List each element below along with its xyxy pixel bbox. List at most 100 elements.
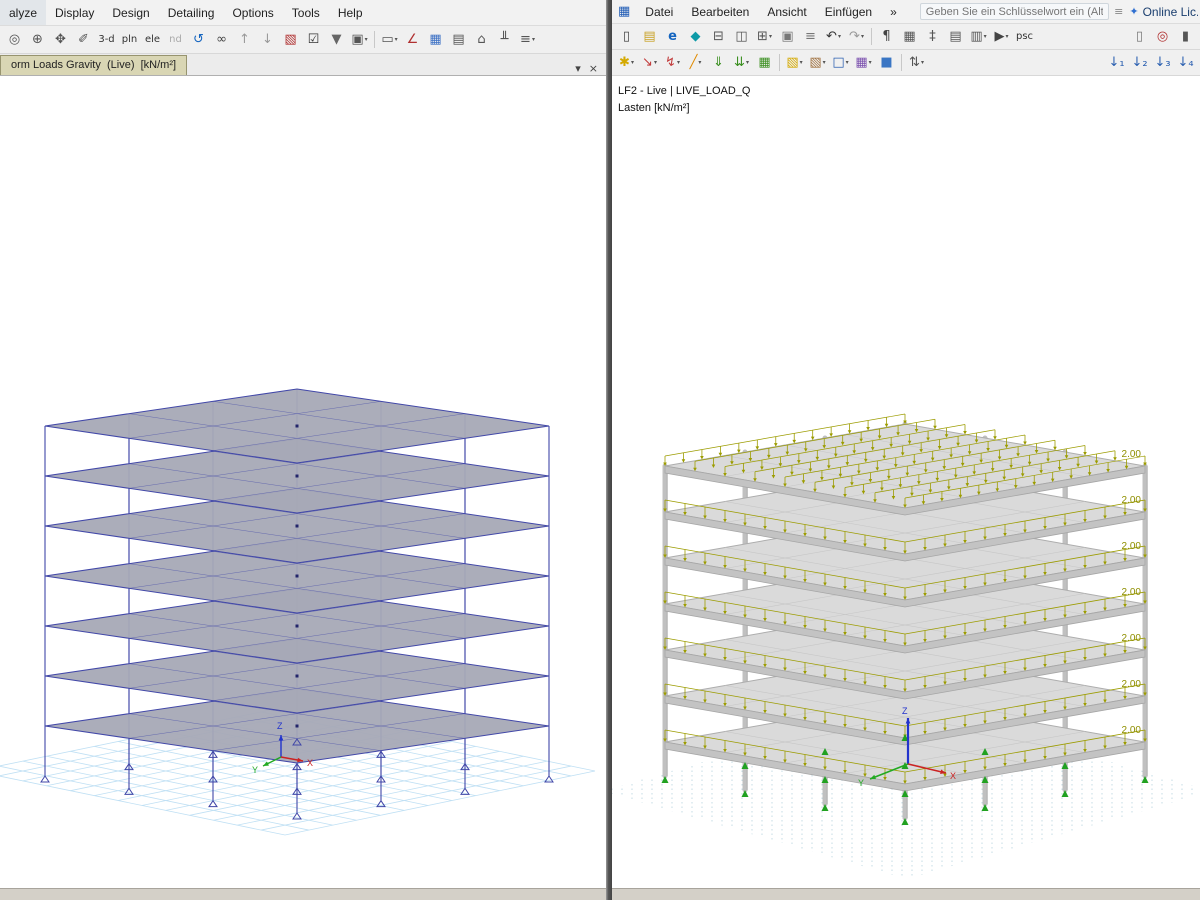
menu-item-display[interactable]: Display	[46, 0, 103, 25]
draw-frame-icon[interactable]: ▭▾	[379, 30, 400, 50]
building-view-icon: ⌂	[477, 33, 485, 46]
export-icon[interactable]: e	[662, 27, 683, 47]
elevation-view-button: ele	[145, 35, 160, 45]
surface-load-icon[interactable]: ⇓	[708, 53, 729, 73]
menu-item-ansicht[interactable]: Ansicht	[758, 0, 815, 23]
model-view-tab[interactable]: orm Loads Gravity (Live) [kN/m²]	[0, 55, 187, 75]
psc-button[interactable]: psc	[1014, 27, 1035, 47]
printer-icon[interactable]: ⊟	[708, 27, 729, 47]
building-view-icon[interactable]: ⌂	[471, 30, 492, 50]
online-license-button[interactable]: ✦ Online Lic...	[1123, 5, 1198, 19]
elevation-view-button[interactable]: ele	[142, 30, 163, 50]
dropdown-caret-icon: ▾	[869, 59, 872, 66]
extrude-view-icon: ▣	[351, 33, 363, 46]
frame-section-icon: ≡	[520, 33, 531, 46]
new-solid-icon[interactable]: ■	[876, 53, 897, 73]
new-file-icon[interactable]: ▯	[616, 27, 637, 47]
support-assign-icon[interactable]: ╨	[494, 30, 515, 50]
named-display-button[interactable]: nd	[165, 30, 186, 50]
generated-load-icon[interactable]: ⇊▾	[731, 53, 752, 73]
new-member-icon: ▧	[809, 56, 821, 69]
grid-view-icon[interactable]: ▦	[425, 30, 446, 50]
nodal-load-icon[interactable]: ↘▾	[639, 53, 660, 73]
webservice-icon[interactable]: ◆	[685, 27, 706, 47]
zoom-in-icon[interactable]: ⊕	[27, 30, 48, 50]
move-down-icon[interactable]: ↓	[257, 30, 278, 50]
keyword-list-icon[interactable]: ≡	[1114, 5, 1123, 18]
mesh-settings-icon[interactable]: ▦▾	[853, 53, 874, 73]
notes-icon[interactable]: ≡	[800, 27, 821, 47]
menu-item-bearbeiten[interactable]: Bearbeiten	[682, 0, 758, 23]
toolbar-separator	[871, 28, 872, 45]
new-node-icon[interactable]: ▧▾	[784, 53, 805, 73]
story-view-icon[interactable]: ▤	[448, 30, 469, 50]
support-assign-icon: ╨	[501, 33, 509, 46]
online-license-label: Online Lic...	[1143, 5, 1198, 19]
load-case-2-icon[interactable]: ↓₂	[1129, 53, 1150, 73]
load-mesh-icon[interactable]: ▦	[754, 53, 775, 73]
rfem-model-viewport[interactable]: LF2 - Live | LIVE_LOAD_Q Lasten [kN/m²] …	[612, 76, 1200, 888]
display-options-dropdown-icon[interactable]: ▼	[326, 30, 347, 50]
line-load-icon[interactable]: ╱▾	[685, 53, 706, 73]
new-surface-icon[interactable]: □▾	[830, 53, 851, 73]
undo-icon: ↺	[193, 33, 204, 46]
menu-item-einfuegen[interactable]: Einfügen	[816, 0, 881, 23]
license-icon: ✦	[1129, 5, 1138, 18]
diagram-icon[interactable]: ▥▾	[968, 27, 989, 47]
selection-mode-icon: ⇅	[909, 56, 920, 69]
panel-icon[interactable]: ▮	[1175, 27, 1196, 47]
frame-section-icon[interactable]: ≡▾	[517, 30, 538, 50]
member-load-icon: ↯	[665, 56, 676, 69]
move-up-icon[interactable]: ↑	[234, 30, 255, 50]
menu-item-design[interactable]: Design	[103, 0, 158, 25]
redo-icon[interactable]: ↷▾	[846, 27, 867, 47]
menu-item-more[interactable]: »	[881, 0, 906, 23]
clipboard-icon[interactable]: ▯	[1129, 27, 1150, 47]
extrude-view-icon[interactable]: ▣▾	[349, 30, 370, 50]
object-view-checkbox-icon[interactable]: ☑	[303, 30, 324, 50]
new-member-icon[interactable]: ▧▾	[807, 53, 828, 73]
snap-draw-icon[interactable]: ✐	[73, 30, 94, 50]
app-icon[interactable]: ▦	[618, 4, 630, 19]
undo-icon[interactable]: ↺	[188, 30, 209, 50]
menu-item-detailing[interactable]: Detailing	[159, 0, 224, 25]
tab-close-icon[interactable]: ×	[589, 62, 598, 75]
menu-item-datei[interactable]: Datei	[636, 0, 682, 23]
zoom-rubber-band-icon[interactable]: ◎	[4, 30, 25, 50]
view-3d-button[interactable]: 3-d	[96, 30, 117, 50]
print-preview-icon[interactable]: ⊞▾	[754, 27, 775, 47]
table-view-icon[interactable]: ▤	[945, 27, 966, 47]
member-load-icon[interactable]: ↯▾	[662, 53, 683, 73]
draw-angle-icon[interactable]: ∠	[402, 30, 423, 50]
pan-icon[interactable]: ✥	[50, 30, 71, 50]
undo-icon[interactable]: ↶▾	[823, 27, 844, 47]
target-icon[interactable]: ◎	[1152, 27, 1173, 47]
open-file-icon[interactable]: ▤	[639, 27, 660, 47]
clipboard-icon: ▯	[1136, 30, 1143, 43]
load-case-4-icon[interactable]: ↓₄	[1175, 53, 1196, 73]
perspective-toggle-icon: ∞	[216, 33, 227, 46]
menu-item-options[interactable]: Options	[223, 0, 282, 25]
shrink-objects-icon[interactable]: ▧	[280, 30, 301, 50]
dropdown-caret-icon: ▾	[769, 33, 772, 40]
menu-item-analyze[interactable]: alyze	[0, 0, 46, 25]
etabs-window: alyzeDisplayDesignDetailingOptionsToolsH…	[0, 0, 606, 900]
menu-item-tools[interactable]: Tools	[283, 0, 329, 25]
selection-mode-icon[interactable]: ⇅▾	[906, 53, 927, 73]
save-icon[interactable]: ◫	[731, 27, 752, 47]
load-case-3-icon[interactable]: ↓₃	[1152, 53, 1173, 73]
menu-item-help[interactable]: Help	[329, 0, 372, 25]
perspective-toggle-icon[interactable]: ∞	[211, 30, 232, 50]
load-case-1-icon[interactable]: ↓₁	[1106, 53, 1127, 73]
calculate-icon[interactable]: ▶▾	[991, 27, 1012, 47]
printout-report-icon[interactable]: ¶	[876, 27, 897, 47]
new-load-case-icon[interactable]: ✱▾	[616, 53, 637, 73]
etabs-model-viewport[interactable]: ZXY	[0, 76, 606, 888]
load-value-label: 2.00	[1122, 541, 1142, 552]
plan-view-button[interactable]: pln	[119, 30, 140, 50]
copy-icon[interactable]: ▣	[777, 27, 798, 47]
tab-list-dropdown-icon[interactable]: ▾	[575, 62, 581, 75]
tables-icon[interactable]: ▦	[899, 27, 920, 47]
section-icon[interactable]: ‡	[922, 27, 943, 47]
keyword-search-input[interactable]	[920, 3, 1109, 20]
